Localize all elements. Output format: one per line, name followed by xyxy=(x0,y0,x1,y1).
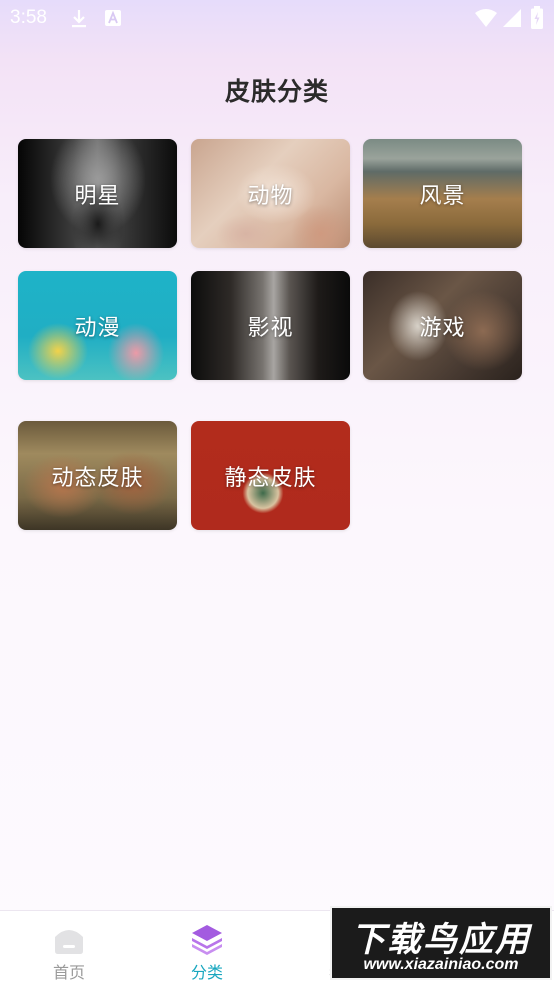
category-label: 动物 xyxy=(247,183,294,209)
category-tile-games[interactable]: 游戏 xyxy=(363,271,522,380)
layers-icon xyxy=(192,925,222,955)
home-icon xyxy=(55,930,83,954)
nav-label-home: 首页 xyxy=(52,963,85,982)
battery-icon xyxy=(531,6,543,29)
category-tile-animals[interactable]: 动物 xyxy=(191,139,350,248)
category-tile-anime[interactable]: 动漫 xyxy=(18,271,177,380)
category-label: 游戏 xyxy=(419,315,466,341)
a-icon xyxy=(105,10,121,26)
category-tile-film[interactable]: 影视 xyxy=(191,271,350,380)
category-label: 静态皮肤 xyxy=(224,465,317,491)
watermark-logo: 下载鸟应用 www.xiazainiao.com xyxy=(330,906,552,980)
category-label: 影视 xyxy=(247,315,294,341)
signal-icon xyxy=(503,9,521,27)
download-icon xyxy=(72,10,86,28)
category-tile-celebrity[interactable]: 明星 xyxy=(18,139,177,248)
wifi-icon xyxy=(475,9,497,27)
nav-item-home[interactable]: 首页 xyxy=(24,911,114,985)
status-time: 3:58 xyxy=(10,7,47,28)
category-tile-dynamic-skins[interactable]: 动态皮肤 xyxy=(18,421,177,530)
category-tile-static-skins[interactable]: 静态皮肤 xyxy=(191,421,350,530)
nav-item-category[interactable]: 分类 xyxy=(162,911,252,985)
page-title: 皮肤分类 xyxy=(224,77,329,106)
watermark-url: www.xiazainiao.com xyxy=(363,956,519,973)
watermark-title: 下载鸟应用 xyxy=(351,920,531,960)
category-label: 风景 xyxy=(419,183,466,209)
category-label: 动态皮肤 xyxy=(51,465,144,491)
nav-label-category: 分类 xyxy=(190,963,223,982)
category-tile-scenery[interactable]: 风景 xyxy=(363,139,522,248)
category-label: 动漫 xyxy=(74,315,121,341)
status-bar: 3:58 xyxy=(0,0,554,36)
category-label: 明星 xyxy=(74,183,121,209)
